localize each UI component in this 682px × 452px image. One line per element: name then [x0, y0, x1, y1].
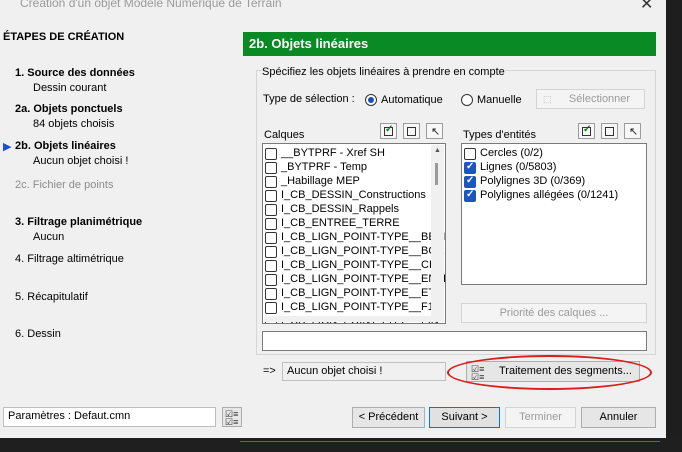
entity-types-list[interactable]: Cercles (0/2) Lignes (0/5803) Polylignes… — [461, 143, 647, 285]
check-all-icon — [582, 124, 591, 136]
window-titlebar: Création d'un objet Modèle Numérique de … — [0, 0, 682, 18]
radio-manual-label[interactable]: Manuelle — [477, 94, 522, 106]
close-icon[interactable]: ✕ — [640, 0, 653, 14]
check-all-layers-button[interactable] — [380, 123, 397, 139]
params-field[interactable]: Paramètres : Defaut.cmn — [3, 407, 216, 427]
select-button-label: Sélectionner — [568, 93, 631, 105]
step-number: 4. — [15, 253, 25, 265]
finish-button[interactable]: Terminer — [505, 407, 576, 428]
window-title: Création d'un objet Modèle Numérique de … — [20, 0, 282, 10]
step-label: Objets ponctuels — [33, 103, 123, 115]
check-all-icon — [384, 124, 393, 136]
step-label: Filtrage altimétrique — [27, 253, 124, 265]
layer-checkbox[interactable] — [265, 162, 277, 174]
step-point-file: 2c. Fichier de points — [15, 179, 113, 191]
group-title: Spécifiez les objets linéaires à prendre… — [262, 66, 505, 78]
previous-button[interactable]: < Précédent — [352, 407, 425, 428]
step-drawing[interactable]: 6. Dessin — [15, 328, 61, 340]
uncheck-all-icon — [407, 127, 416, 136]
step-sub: Aucun objet choisi ! — [33, 155, 129, 167]
layer-checkbox[interactable] — [265, 288, 277, 300]
radio-automatic-label[interactable]: Automatique — [381, 94, 443, 106]
layer-checkbox[interactable] — [265, 204, 277, 216]
background-window-bottom — [0, 438, 682, 452]
check-all-types-button[interactable] — [578, 123, 595, 139]
annotation-ellipse — [447, 355, 652, 390]
cursor-pick-icon: ↖ — [629, 126, 639, 138]
layer-checkbox[interactable] — [265, 260, 277, 272]
select-icon: ⬚ — [543, 94, 552, 104]
layer-checkbox[interactable] — [265, 274, 277, 286]
entity-types-label: Types d'entités — [463, 129, 537, 141]
next-button[interactable]: Suivant > — [429, 407, 500, 428]
entity-checkbox[interactable] — [464, 161, 476, 174]
layers-vertical-scrollbar[interactable]: ▲ — [431, 145, 444, 322]
scroll-up-icon[interactable]: ▲ — [434, 147, 441, 154]
background-window-edge — [666, 0, 682, 452]
entity-checkbox[interactable] — [464, 148, 476, 160]
step-summary[interactable]: 5. Récapitulatif — [15, 291, 88, 303]
step-number: 6. — [15, 328, 25, 340]
layer-checkbox[interactable] — [265, 218, 277, 230]
radio-automatic[interactable] — [365, 94, 377, 106]
layer-priority-button[interactable]: Priorité des calques ... — [461, 303, 647, 323]
layer-checkbox[interactable] — [265, 190, 277, 202]
scrollbar-thumb[interactable] — [435, 163, 438, 185]
step-label: Source des données — [27, 67, 135, 79]
layers-label: Calques — [264, 129, 305, 141]
selection-type-label: Type de sélection : — [263, 93, 355, 105]
step-label: Fichier de points — [32, 179, 114, 191]
step-point-objects[interactable]: 2a. Objets ponctuels 84 objets choisis — [15, 103, 123, 130]
step-altimetric-filter[interactable]: 4. Filtrage altimétrique — [15, 253, 124, 265]
uncheck-all-layers-button[interactable] — [403, 123, 420, 139]
step-label: Dessin — [27, 328, 61, 340]
layers-list[interactable]: __BYTPRF - Xref SH _BYTPRF - Temp _Habil… — [262, 143, 446, 324]
step-label: Filtrage planimétrique — [27, 216, 143, 228]
radio-manual[interactable] — [461, 94, 473, 106]
entity-checkbox[interactable] — [464, 175, 476, 188]
list-settings-icon: ☑≡ ☑≡ — [225, 409, 239, 427]
selection-status: Aucun objet choisi ! — [282, 362, 446, 381]
filter-input[interactable] — [262, 331, 647, 351]
step-number: 2a. — [15, 103, 31, 115]
layer-checkbox[interactable] — [265, 148, 277, 160]
step-number: 1. — [15, 67, 25, 79]
step-sub: 84 objets choisis — [33, 118, 115, 130]
step-label: Objets linéaires — [33, 140, 116, 152]
step-source[interactable]: 1. Source des données Dessin courant — [15, 67, 135, 94]
step-number: 2b. — [15, 140, 31, 152]
step-linear-objects[interactable]: 2b. Objets linéaires Aucun objet choisi … — [15, 140, 128, 167]
step-number: 3. — [15, 216, 25, 228]
step-number: 5. — [15, 291, 25, 303]
panel-header: 2b. Objets linéaires — [243, 32, 656, 56]
layer-checkbox[interactable] — [265, 302, 277, 314]
layer-checkbox[interactable] — [265, 176, 277, 188]
cancel-button[interactable]: Annuler — [581, 407, 656, 428]
pick-layers-button[interactable]: ↖ — [426, 123, 443, 139]
arrow-label: => — [263, 365, 276, 377]
step-label: Récapitulatif — [27, 291, 88, 303]
step-number: 2c. — [15, 179, 30, 191]
layers-horizontal-scrollbar[interactable] — [264, 316, 431, 322]
pick-types-button[interactable]: ↖ — [624, 123, 641, 139]
layer-checkbox[interactable] — [265, 246, 277, 258]
step-planimetric-filter[interactable]: 3. Filtrage planimétrique Aucun — [15, 216, 143, 243]
step-sub: Dessin courant — [33, 82, 107, 94]
entity-checkbox[interactable] — [464, 189, 476, 202]
current-step-marker-icon: ▶ — [3, 141, 12, 153]
step-sub: Aucun — [33, 231, 65, 243]
select-button[interactable]: ⬚ Sélectionner — [536, 89, 645, 109]
params-settings-button[interactable]: ☑≡ ☑≡ — [222, 407, 242, 427]
layer-checkbox[interactable] — [265, 232, 277, 244]
cursor-pick-icon: ↖ — [431, 126, 441, 138]
steps-title: ÉTAPES DE CRÉATION — [3, 31, 125, 43]
uncheck-all-types-button[interactable] — [601, 123, 618, 139]
uncheck-all-icon — [605, 127, 614, 136]
